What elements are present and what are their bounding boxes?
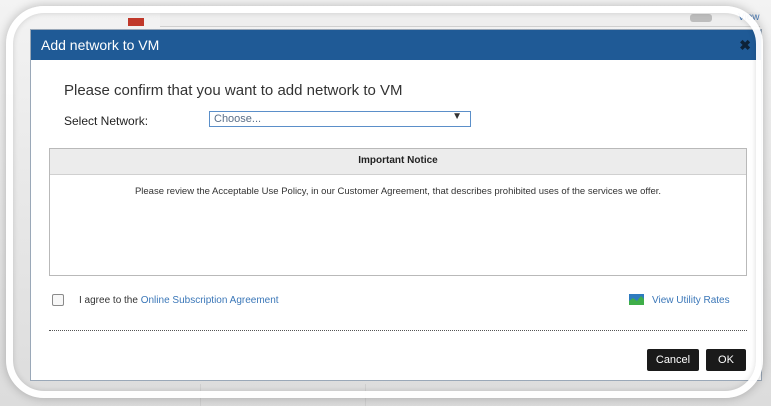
close-icon[interactable]: ✖ — [739, 37, 751, 54]
chart-area-icon[interactable] — [629, 294, 644, 305]
cancel-button[interactable]: Cancel — [647, 349, 699, 371]
agree-checkbox[interactable] — [52, 294, 64, 306]
subscription-agreement-link[interactable]: Online Subscription Agreement — [141, 295, 279, 306]
dialog-divider — [49, 330, 747, 331]
network-select-value: Choose... — [214, 113, 262, 125]
background-divider — [365, 384, 366, 406]
background-view-link: View — [738, 12, 760, 23]
network-select[interactable]: Choose... ▼ — [209, 111, 471, 127]
agree-label: I agree to the Online Subscription Agree… — [79, 295, 279, 306]
background-divider — [200, 384, 201, 406]
dialog-title: Add network to VM — [41, 37, 160, 53]
important-notice-panel: Important Notice Please review the Accep… — [49, 148, 747, 276]
agree-prefix: I agree to the — [79, 295, 141, 306]
background-pill — [690, 14, 712, 22]
add-network-dialog: Add network to VM ✖ Please confirm that … — [30, 29, 762, 381]
view-utility-rates-link[interactable]: View Utility Rates — [652, 295, 730, 306]
notice-header: Important Notice — [50, 149, 746, 175]
dialog-titlebar: Add network to VM ✖ — [31, 30, 761, 60]
notice-body: Please review the Acceptable Use Policy,… — [134, 186, 662, 197]
confirm-headline: Please confirm that you want to add netw… — [64, 82, 403, 99]
ok-button[interactable]: OK — [706, 349, 746, 371]
chevron-down-icon[interactable]: ▼ — [452, 111, 462, 122]
background-toolbar — [160, 12, 760, 27]
background-red-tab — [128, 18, 144, 26]
select-network-label: Select Network: — [64, 114, 149, 128]
notice-title: Important Notice — [358, 155, 438, 166]
